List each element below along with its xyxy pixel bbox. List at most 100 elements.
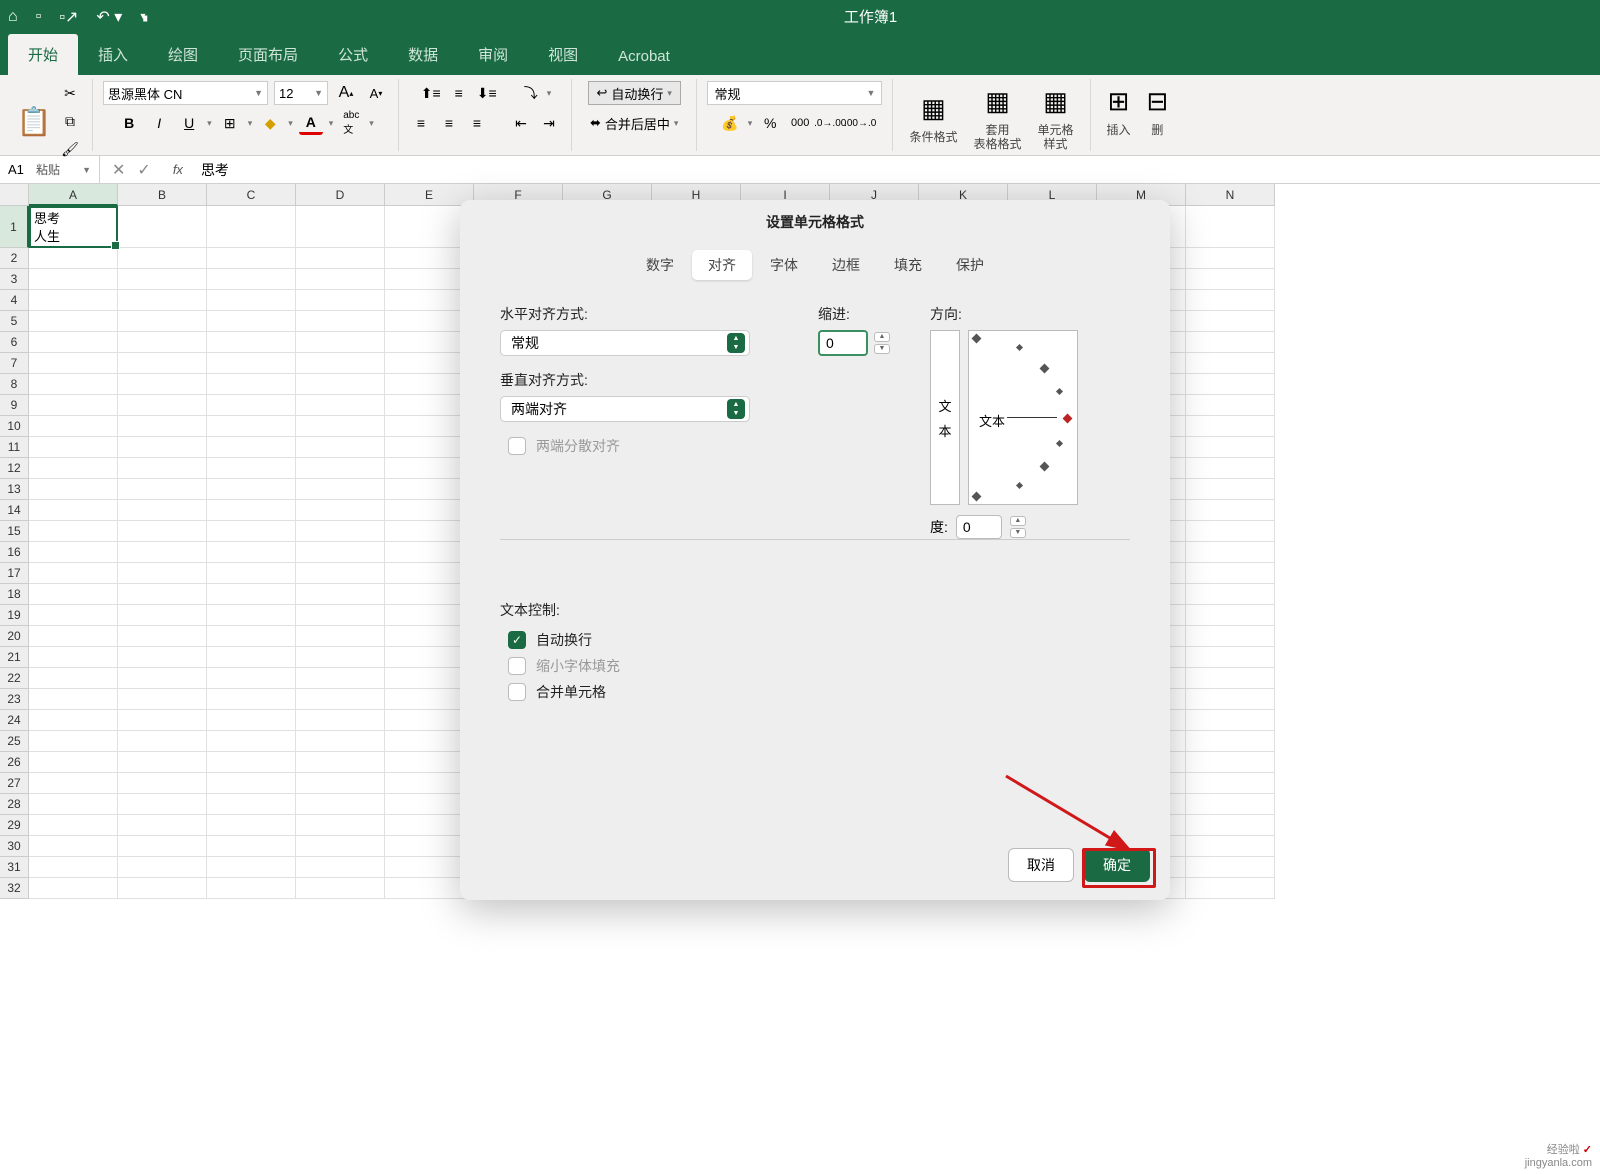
cell[interactable] xyxy=(207,878,296,899)
cell[interactable] xyxy=(29,836,118,857)
vertical-text-button[interactable]: 文本 xyxy=(930,330,960,505)
indent-spinner[interactable]: ▲ ▼ xyxy=(874,332,890,354)
cell[interactable] xyxy=(118,458,207,479)
cell[interactable] xyxy=(29,500,118,521)
cell[interactable] xyxy=(29,248,118,269)
cell[interactable] xyxy=(207,206,296,248)
cell[interactable] xyxy=(1186,794,1275,815)
cell[interactable] xyxy=(29,290,118,311)
row-header[interactable]: 10 xyxy=(0,416,29,437)
col-header-b[interactable]: B xyxy=(118,184,207,206)
cell[interactable] xyxy=(29,437,118,458)
row-header[interactable]: 29 xyxy=(0,815,29,836)
tab-formulas[interactable]: 公式 xyxy=(318,34,388,75)
tab-home[interactable]: 开始 xyxy=(8,34,78,75)
row-header[interactable]: 2 xyxy=(0,248,29,269)
cell[interactable] xyxy=(118,710,207,731)
row-header[interactable]: 7 xyxy=(0,353,29,374)
row-header[interactable]: 5 xyxy=(0,311,29,332)
cell[interactable] xyxy=(296,269,385,290)
cell[interactable] xyxy=(118,542,207,563)
row-header[interactable]: 32 xyxy=(0,878,29,899)
cell[interactable] xyxy=(118,857,207,878)
tab-page-layout[interactable]: 页面布局 xyxy=(218,34,318,75)
cell[interactable] xyxy=(1186,878,1275,899)
row-header[interactable]: 22 xyxy=(0,668,29,689)
row-header[interactable]: 1 xyxy=(0,206,29,248)
cell[interactable] xyxy=(207,605,296,626)
cell[interactable] xyxy=(207,500,296,521)
tab-draw[interactable]: 绘图 xyxy=(148,34,218,75)
row-header[interactable]: 18 xyxy=(0,584,29,605)
spinner-down-icon[interactable]: ▼ xyxy=(1010,528,1026,538)
cancel-formula-icon[interactable]: ✕ xyxy=(112,160,125,180)
merge-center-button[interactable]: ⬌合并后居中▾ xyxy=(582,111,686,135)
cell[interactable] xyxy=(296,857,385,878)
align-right-icon[interactable]: ≡ xyxy=(465,111,489,135)
cell[interactable] xyxy=(29,773,118,794)
cell[interactable] xyxy=(207,710,296,731)
cell[interactable] xyxy=(118,878,207,899)
cell[interactable] xyxy=(118,416,207,437)
cell[interactable] xyxy=(296,479,385,500)
cell[interactable] xyxy=(296,374,385,395)
cell[interactable] xyxy=(118,563,207,584)
dlg-tab-protection[interactable]: 保护 xyxy=(940,250,1000,280)
cell[interactable] xyxy=(1186,773,1275,794)
cell[interactable] xyxy=(296,836,385,857)
row-header[interactable]: 28 xyxy=(0,794,29,815)
cell[interactable] xyxy=(1186,479,1275,500)
row-header[interactable]: 3 xyxy=(0,269,29,290)
cell[interactable] xyxy=(29,857,118,878)
cell[interactable] xyxy=(118,668,207,689)
cell[interactable] xyxy=(296,647,385,668)
font-color-button[interactable]: A xyxy=(299,111,323,135)
cell[interactable] xyxy=(118,248,207,269)
cell[interactable] xyxy=(207,269,296,290)
cell[interactable] xyxy=(118,752,207,773)
align-top-icon[interactable]: ⬆≡ xyxy=(419,81,443,105)
enter-formula-icon[interactable]: ✓ xyxy=(137,160,150,180)
cell[interactable] xyxy=(118,731,207,752)
align-center-icon[interactable]: ≡ xyxy=(437,111,461,135)
cell[interactable] xyxy=(118,332,207,353)
font-size-select[interactable]: 12▼ xyxy=(274,81,328,105)
format-table-button[interactable]: ▦ 套用 表格格式 xyxy=(967,81,1027,152)
cell[interactable] xyxy=(1186,269,1275,290)
cell[interactable] xyxy=(207,437,296,458)
cell[interactable] xyxy=(1186,857,1275,878)
cell[interactable] xyxy=(296,605,385,626)
merge-cells-checkbox[interactable] xyxy=(508,683,526,701)
cell[interactable] xyxy=(296,521,385,542)
number-format-select[interactable]: 常规▼ xyxy=(707,81,882,105)
cell[interactable] xyxy=(118,584,207,605)
italic-button[interactable]: I xyxy=(147,111,171,135)
row-header[interactable]: 13 xyxy=(0,479,29,500)
row-header[interactable]: 23 xyxy=(0,689,29,710)
tab-acrobat[interactable]: Acrobat xyxy=(598,38,690,75)
cell[interactable] xyxy=(29,605,118,626)
name-box[interactable]: A1▼ xyxy=(0,156,100,183)
cell[interactable] xyxy=(296,668,385,689)
cut-icon[interactable]: ✂ xyxy=(58,81,82,105)
cell[interactable]: 思考 人生 xyxy=(29,206,118,248)
cell[interactable] xyxy=(29,815,118,836)
cell[interactable] xyxy=(207,626,296,647)
cell[interactable] xyxy=(29,794,118,815)
cell[interactable] xyxy=(207,458,296,479)
cell[interactable] xyxy=(1186,668,1275,689)
cell[interactable] xyxy=(1186,626,1275,647)
cell[interactable] xyxy=(118,479,207,500)
cell[interactable] xyxy=(296,353,385,374)
tab-review[interactable]: 审阅 xyxy=(458,34,528,75)
row-header[interactable]: 9 xyxy=(0,395,29,416)
cell[interactable] xyxy=(29,269,118,290)
h-align-select[interactable]: 常规 ▲▼ xyxy=(500,330,750,356)
cell[interactable] xyxy=(207,416,296,437)
cell[interactable] xyxy=(1186,290,1275,311)
row-header[interactable]: 16 xyxy=(0,542,29,563)
insert-cells-button[interactable]: ⊞ 插入 xyxy=(1101,81,1137,137)
decrease-font-icon[interactable]: A▾ xyxy=(364,81,388,105)
cell[interactable] xyxy=(118,353,207,374)
cell[interactable] xyxy=(207,836,296,857)
